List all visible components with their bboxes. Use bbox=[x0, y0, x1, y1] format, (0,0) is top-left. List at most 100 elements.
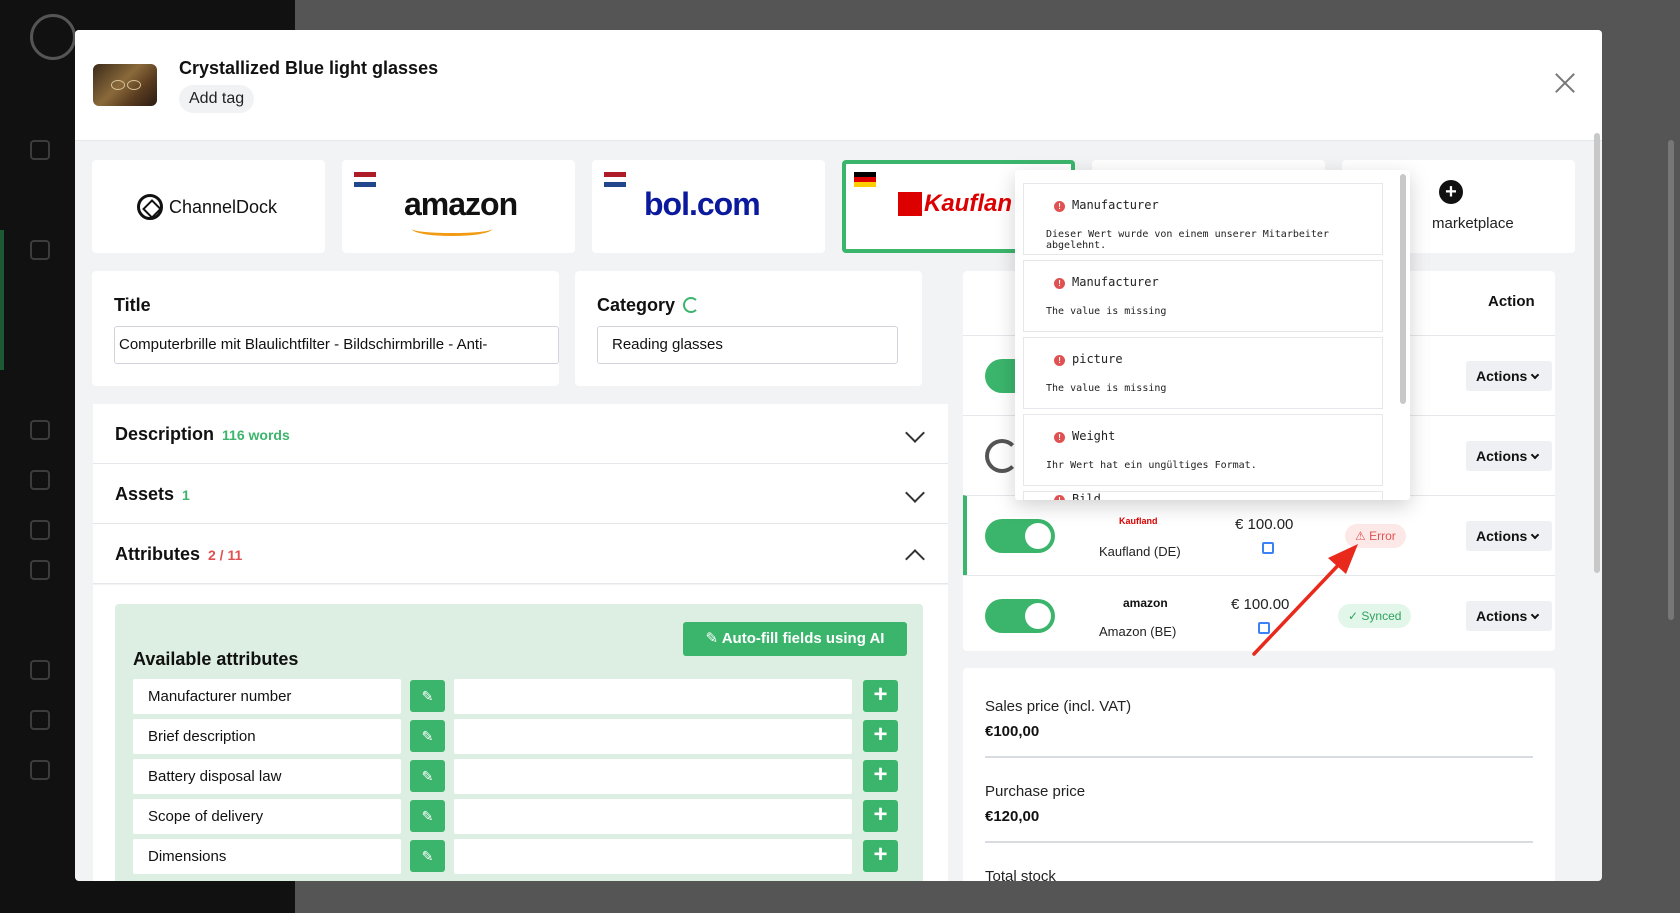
error-message: The value is missing bbox=[1046, 306, 1167, 317]
nav-icon bbox=[30, 520, 50, 540]
title-panel: Title Computerbrille mit Blaulichtfilter… bbox=[92, 271, 559, 386]
available-attributes-title: Available attributes bbox=[133, 649, 299, 669]
description-section[interactable]: Description 116 words bbox=[93, 404, 948, 464]
edit-icon[interactable] bbox=[1258, 622, 1270, 634]
add-attribute-button[interactable]: + bbox=[863, 720, 898, 752]
attributes-section[interactable]: Attributes 2 / 11 bbox=[93, 524, 948, 584]
divider bbox=[985, 841, 1533, 843]
error-item: ! Bild bbox=[1023, 491, 1383, 500]
actions-dropdown[interactable]: Actions bbox=[1466, 601, 1552, 631]
category-label: Category bbox=[597, 295, 700, 316]
attribute-name: Scope of delivery bbox=[133, 799, 401, 834]
add-attribute-button[interactable]: + bbox=[863, 760, 898, 792]
marketplace-card-bol[interactable]: bol.com bbox=[592, 160, 825, 253]
attribute-value-input[interactable] bbox=[454, 799, 852, 834]
attribute-row: Dimensions ✎ + bbox=[133, 839, 913, 874]
chevron-up-icon[interactable] bbox=[905, 549, 925, 569]
error-icon: ! bbox=[1054, 355, 1065, 366]
product-modal: Crystallized Blue light glasses Add tag … bbox=[75, 30, 1602, 881]
marketplace-name: Amazon (BE) bbox=[1099, 624, 1177, 639]
nav-icon bbox=[30, 710, 50, 730]
auto-fill-ai-button[interactable]: ✎ Auto-fill fields using AI bbox=[683, 622, 907, 656]
refresh-icon[interactable] bbox=[683, 297, 700, 313]
add-tag-button[interactable]: Add tag bbox=[179, 85, 255, 113]
error-field: picture bbox=[1072, 352, 1123, 366]
attribute-row: Scope of delivery ✎ + bbox=[133, 799, 913, 834]
error-item: ! picture The value is missing bbox=[1023, 337, 1383, 409]
marketplace-card-amazon[interactable]: amazon bbox=[342, 160, 575, 253]
amazon-logo: amazon bbox=[404, 186, 518, 222]
nav-icon bbox=[30, 560, 50, 580]
title-input[interactable]: Computerbrille mit Blaulichtfilter - Bil… bbox=[114, 326, 559, 364]
flag-nl-icon bbox=[354, 172, 376, 187]
check-icon: ✓ bbox=[1348, 609, 1362, 623]
attribute-name: Manufacturer number bbox=[133, 679, 401, 714]
chevron-down-icon[interactable] bbox=[905, 483, 925, 503]
error-message: Dieser Wert wurde von einem unserer Mita… bbox=[1046, 229, 1329, 251]
actions-dropdown[interactable]: Actions bbox=[1466, 361, 1552, 391]
magic-wand-icon[interactable]: ✎ bbox=[410, 760, 445, 792]
magic-wand-icon[interactable]: ✎ bbox=[410, 840, 445, 872]
nav-icon bbox=[30, 660, 50, 680]
add-attribute-button[interactable]: + bbox=[863, 680, 898, 712]
close-icon[interactable] bbox=[1554, 72, 1576, 94]
amazon-mini-logo: amazon bbox=[1123, 596, 1168, 610]
table-row: amazon Amazon (BE) € 100.00 ✓ Synced Act… bbox=[963, 575, 1555, 651]
nav-icon bbox=[30, 140, 50, 160]
status-badge-synced: ✓ Synced bbox=[1338, 604, 1412, 628]
description-count: 116 words bbox=[222, 427, 290, 443]
chevron-down-icon bbox=[1531, 530, 1540, 540]
error-field: Manufacturer bbox=[1072, 275, 1159, 289]
add-attribute-button[interactable]: + bbox=[863, 840, 898, 872]
status-badge-error[interactable]: ⚠ Error bbox=[1345, 524, 1406, 548]
attribute-value-input[interactable] bbox=[454, 759, 852, 794]
magic-wand-icon[interactable]: ✎ bbox=[410, 720, 445, 752]
error-field: Weight bbox=[1072, 429, 1116, 443]
add-marketplace-label: marketplace bbox=[1432, 215, 1514, 232]
category-select[interactable]: Reading glasses bbox=[597, 326, 898, 364]
popup-scrollbar[interactable] bbox=[1400, 174, 1406, 404]
attribute-value-input[interactable] bbox=[454, 839, 852, 874]
nav-icon bbox=[30, 420, 50, 440]
kaufland-logo: Kauflan bbox=[898, 190, 1012, 218]
total-stock-label: Total stock bbox=[985, 868, 1056, 881]
edit-icon[interactable] bbox=[1262, 542, 1274, 554]
product-title: Crystallized Blue light glasses bbox=[179, 58, 439, 78]
channeldock-logo: ChannelDock bbox=[137, 194, 277, 220]
description-heading: Description 116 words bbox=[115, 424, 290, 444]
sales-price-value: €100,00 bbox=[985, 723, 1040, 740]
actions-dropdown[interactable]: Actions bbox=[1466, 521, 1552, 551]
flag-nl-icon bbox=[604, 172, 626, 187]
plus-icon: + bbox=[1439, 180, 1463, 204]
listing-price: € 100.00 bbox=[1231, 596, 1290, 613]
purchase-price-value: €120,00 bbox=[985, 808, 1040, 825]
attribute-value-input[interactable] bbox=[454, 679, 852, 714]
amazon-smile-icon bbox=[412, 222, 492, 236]
kaufland-mini-logo: Kaufland bbox=[1119, 516, 1158, 526]
add-attribute-button[interactable]: + bbox=[863, 800, 898, 832]
attribute-name: Dimensions bbox=[133, 839, 401, 874]
attribute-value-input[interactable] bbox=[454, 719, 852, 754]
modal-scrollbar[interactable] bbox=[1594, 133, 1600, 573]
magic-wand-icon: ✎ bbox=[705, 630, 722, 647]
listing-toggle[interactable] bbox=[985, 519, 1055, 553]
action-column-header: Action bbox=[1488, 293, 1535, 310]
chevron-down-icon bbox=[1531, 610, 1540, 620]
attributes-body: ✎ Auto-fill fields using AI Available at… bbox=[93, 585, 948, 881]
marketplace-card-channeldock[interactable]: ChannelDock bbox=[92, 160, 325, 253]
magic-wand-icon[interactable]: ✎ bbox=[410, 680, 445, 712]
error-item: ! Manufacturer The value is missing bbox=[1023, 260, 1383, 332]
bol-logo: bol.com bbox=[644, 186, 761, 222]
error-icon: ! bbox=[1054, 278, 1065, 289]
magic-wand-icon[interactable]: ✎ bbox=[410, 800, 445, 832]
chevron-down-icon bbox=[1531, 450, 1540, 460]
actions-dropdown[interactable]: Actions bbox=[1466, 441, 1552, 471]
sales-price-label: Sales price (incl. VAT) bbox=[985, 698, 1132, 715]
chevron-down-icon[interactable] bbox=[905, 423, 925, 443]
available-attributes-panel: ✎ Auto-fill fields using AI Available at… bbox=[115, 604, 923, 881]
listing-toggle[interactable] bbox=[985, 599, 1055, 633]
error-item: ! Manufacturer Dieser Wert wurde von ein… bbox=[1023, 183, 1383, 255]
attribute-row: Brief description ✎ + bbox=[133, 719, 913, 754]
modal-header: Crystallized Blue light glasses Add tag bbox=[75, 30, 1602, 141]
assets-section[interactable]: Assets 1 bbox=[93, 464, 948, 524]
